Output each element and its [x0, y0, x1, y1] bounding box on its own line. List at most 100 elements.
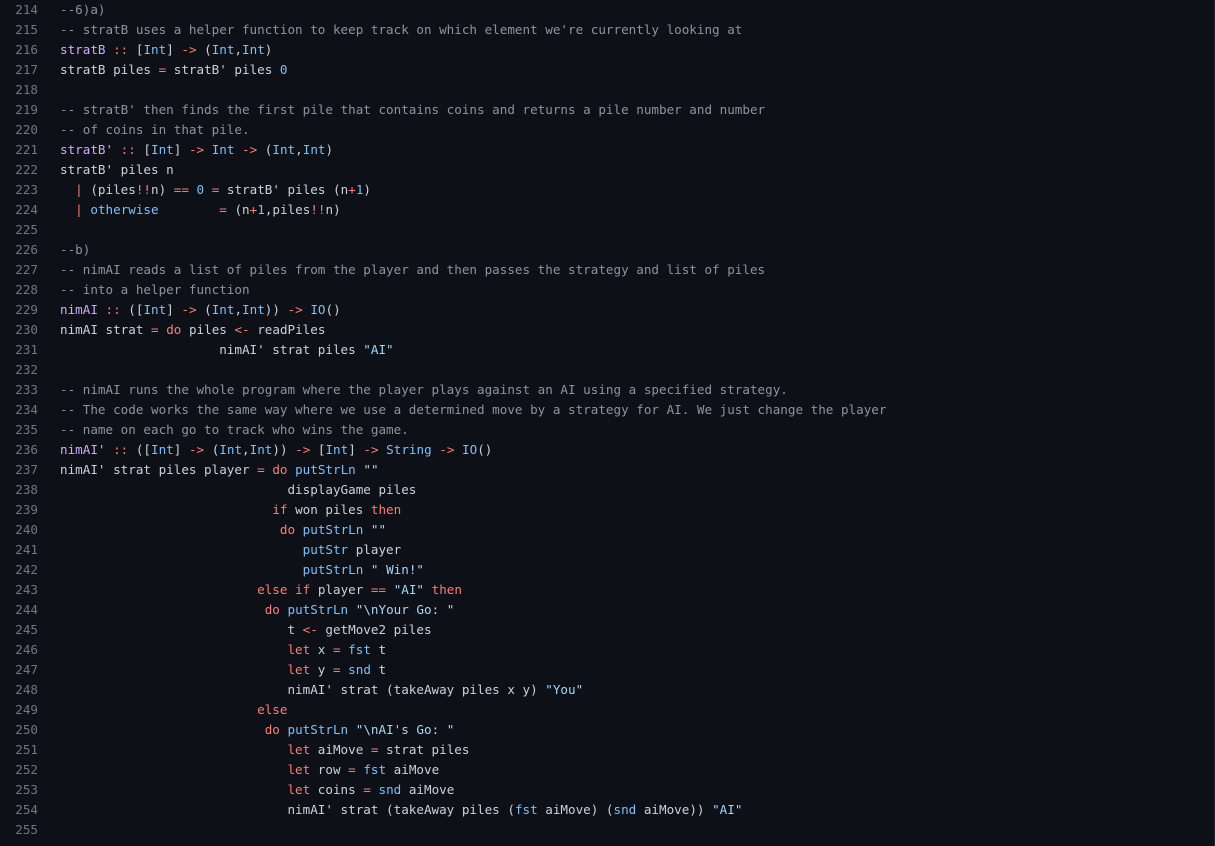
- code-line[interactable]: 226 --b): [0, 240, 1214, 260]
- token-comment: -- nimAI runs the whole program where th…: [60, 382, 788, 397]
- token-keyword: do: [279, 522, 296, 537]
- token-operator: ::: [105, 302, 121, 317]
- token-keyword: let: [287, 742, 311, 757]
- token-plain: won piles: [287, 502, 371, 517]
- code-line[interactable]: 231 nimAI' strat piles "AI": [0, 340, 1214, 360]
- code-line[interactable]: 224 | otherwise = (n+1,piles!!n): [0, 200, 1214, 220]
- line-number: 250: [15, 722, 38, 737]
- code-line[interactable]: 227 -- nimAI reads a list of piles from t…: [0, 260, 1214, 280]
- code-line[interactable]: 235 -- name on each go to track who wins …: [0, 420, 1214, 440]
- code-line[interactable]: 249 else: [0, 700, 1214, 720]
- token-plain: )): [264, 302, 288, 317]
- line-content: do putStrLn "\nAI's Go: ": [38, 720, 1214, 740]
- code-line[interactable]: 228 -- into a helper function: [0, 280, 1214, 300]
- line-number: 252: [15, 762, 38, 777]
- token-plain: stratB' piles: [166, 62, 280, 77]
- line-number: 241: [15, 542, 38, 557]
- code-line[interactable]: 229 nimAI :: ([Int] -> (Int,Int)) -> IO(): [0, 300, 1214, 320]
- line-content: let x = fst t: [38, 640, 1214, 660]
- code-line[interactable]: 243 else if player == "AI" then: [0, 580, 1214, 600]
- token-plain: [: [128, 42, 144, 57]
- code-line[interactable]: 248 nimAI' strat (takeAway piles x y) "Y…: [0, 680, 1214, 700]
- token-comment: --b): [60, 242, 91, 257]
- code-line[interactable]: 225: [0, 220, 1214, 240]
- token-plain: (: [196, 42, 212, 57]
- code-line[interactable]: 214 --6)a): [0, 0, 1214, 20]
- line-content: nimAI' strat piles "AI": [38, 340, 1214, 360]
- code-line-list: 214 --6)a) 215 -- stratB uses a helper func…: [0, 0, 1214, 840]
- token-plain: (: [196, 302, 212, 317]
- code-line[interactable]: 232: [0, 360, 1214, 380]
- code-line[interactable]: 242 putStrLn " Win!": [0, 560, 1214, 580]
- token-type: String: [386, 442, 432, 457]
- line-content: -- into a helper function: [38, 280, 1214, 300]
- code-line[interactable]: 254 nimAI' strat (takeAway piles (fst ai…: [0, 800, 1214, 820]
- line-content: stratB :: [Int] -> (Int,Int): [38, 40, 1214, 60]
- token-plain: aiMove: [386, 762, 440, 777]
- token-operator: ->: [439, 442, 455, 457]
- line-number: 228: [15, 282, 38, 297]
- line-number: 220: [15, 122, 38, 137]
- code-line[interactable]: 241 putStr player: [0, 540, 1214, 560]
- code-line[interactable]: 218: [0, 80, 1214, 100]
- code-line[interactable]: 219 -- stratB' then finds the first pile …: [0, 100, 1214, 120]
- code-line[interactable]: 255: [0, 820, 1214, 840]
- code-line[interactable]: 223 | (piles!!n) == 0 = stratB' piles (n…: [0, 180, 1214, 200]
- code-line[interactable]: 247 let y = snd t: [0, 660, 1214, 680]
- token-func: putStrLn: [302, 562, 364, 577]
- code-line[interactable]: 250 do putStrLn "\nAI's Go: ": [0, 720, 1214, 740]
- token-keyword: let: [287, 782, 311, 797]
- line-number: 223: [15, 182, 38, 197]
- token-plain: x: [310, 642, 333, 657]
- code-line[interactable]: 245 t <- getMove2 piles: [0, 620, 1214, 640]
- line-content: -- stratB' then finds the first pile tha…: [38, 100, 1214, 120]
- code-line[interactable]: 237 nimAI' strat piles player = do putStr…: [0, 460, 1214, 480]
- code-line[interactable]: 222 stratB' piles n: [0, 160, 1214, 180]
- code-line[interactable]: 216 stratB :: [Int] -> (Int,Int): [0, 40, 1214, 60]
- token-plain: ): [363, 182, 371, 197]
- code-line[interactable]: 230 nimAI strat = do piles <- readPiles: [0, 320, 1214, 340]
- code-line[interactable]: 234 -- The code works the same way where …: [0, 400, 1214, 420]
- code-line[interactable]: 217 stratB piles = stratB' piles 0: [0, 60, 1214, 80]
- token-plain: nimAI strat: [60, 322, 151, 337]
- code-line[interactable]: 215 -- stratB uses a helper function to k…: [0, 20, 1214, 40]
- line-number: 239: [15, 502, 38, 517]
- code-viewer[interactable]: 214 --6)a) 215 -- stratB uses a helper func…: [0, 0, 1215, 846]
- token-string: "\nYour Go: ": [355, 602, 455, 617]
- line-content: if won piles then: [38, 500, 1214, 520]
- code-line[interactable]: 220 -- of coins in that pile.: [0, 120, 1214, 140]
- token-plain: (: [204, 442, 220, 457]
- code-line[interactable]: 246 let x = fst t: [0, 640, 1214, 660]
- code-line[interactable]: 236 nimAI' :: ([Int] -> (Int,Int)) -> [In…: [0, 440, 1214, 460]
- token-plain: ([: [120, 302, 144, 317]
- code-line[interactable]: 238 displayGame piles: [0, 480, 1214, 500]
- token-operator: ->: [188, 442, 205, 457]
- token-plain: ]: [173, 442, 189, 457]
- token-plain: aiMove)): [636, 802, 713, 817]
- token-plain: ]: [173, 142, 189, 157]
- line-content: --b): [38, 240, 1214, 260]
- code-line[interactable]: 253 let coins = snd aiMove: [0, 780, 1214, 800]
- token-keyword: if: [295, 582, 311, 597]
- code-line[interactable]: 239 if won piles then: [0, 500, 1214, 520]
- token-operator: ->: [188, 142, 205, 157]
- code-line[interactable]: 244 do putStrLn "\nYour Go: ": [0, 600, 1214, 620]
- code-line[interactable]: 251 let aiMove = strat piles: [0, 740, 1214, 760]
- token-type: Int: [242, 42, 265, 57]
- code-line[interactable]: 221 stratB' :: [Int] -> Int -> (Int,Int): [0, 140, 1214, 160]
- code-line[interactable]: 240 do putStrLn "": [0, 520, 1214, 540]
- code-line[interactable]: 233 -- nimAI runs the whole program where…: [0, 380, 1214, 400]
- token-operator: =: [363, 782, 371, 797]
- code-line[interactable]: 252 let row = fst aiMove: [0, 760, 1214, 780]
- token-keyword: if: [272, 502, 288, 517]
- token-operator: !!: [310, 202, 326, 217]
- line-number: 230: [15, 322, 38, 337]
- line-content: let row = fst aiMove: [38, 760, 1214, 780]
